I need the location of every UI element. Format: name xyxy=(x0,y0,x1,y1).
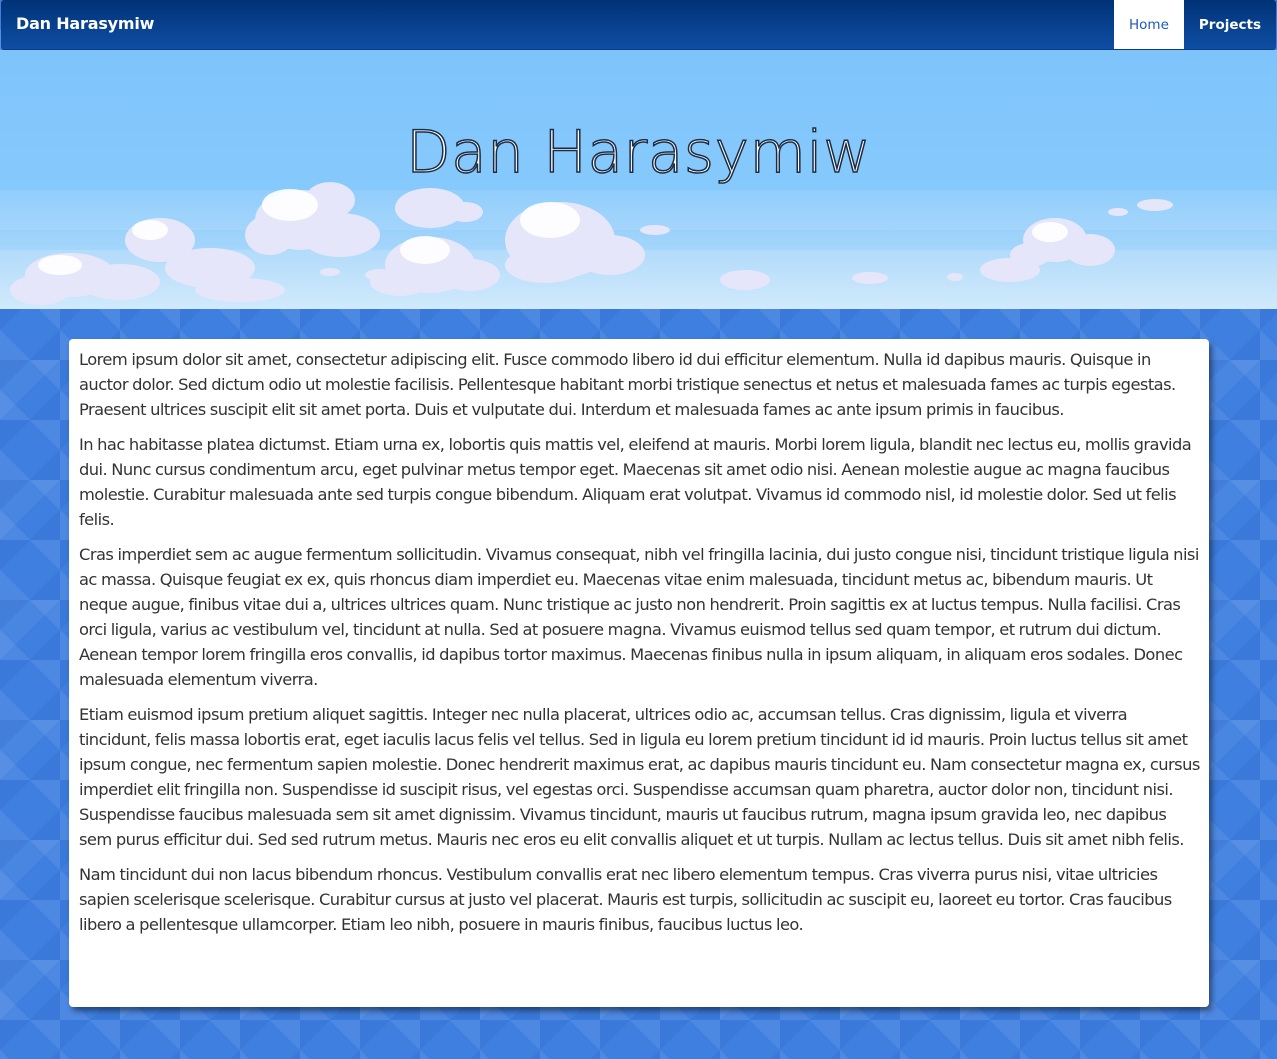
nav-links: Home Projects xyxy=(1114,0,1276,49)
navbar: Dan Harasymiw Home Projects xyxy=(1,0,1276,50)
paragraph: In hac habitasse platea dictumst. Etiam … xyxy=(79,435,1192,529)
hero-title: Dan Harasymiw xyxy=(405,117,872,187)
paragraph: Nam tincidunt dui non lacus bibendum rho… xyxy=(79,865,1172,934)
nav-link-projects[interactable]: Projects xyxy=(1184,0,1276,49)
paragraph: Lorem ipsum dolor sit amet, consectetur … xyxy=(79,350,1176,419)
brand-link[interactable]: Dan Harasymiw xyxy=(16,14,154,33)
nav-link-home[interactable]: Home xyxy=(1114,0,1184,49)
paragraph: Cras imperdiet sem ac augue fermentum so… xyxy=(79,545,1199,689)
hero-banner: Dan Harasymiw xyxy=(0,50,1277,309)
content-card: Lorem ipsum dolor sit amet, consectetur … xyxy=(69,339,1209,1007)
paragraph: Etiam euismod ipsum pretium aliquet sagi… xyxy=(79,705,1200,849)
